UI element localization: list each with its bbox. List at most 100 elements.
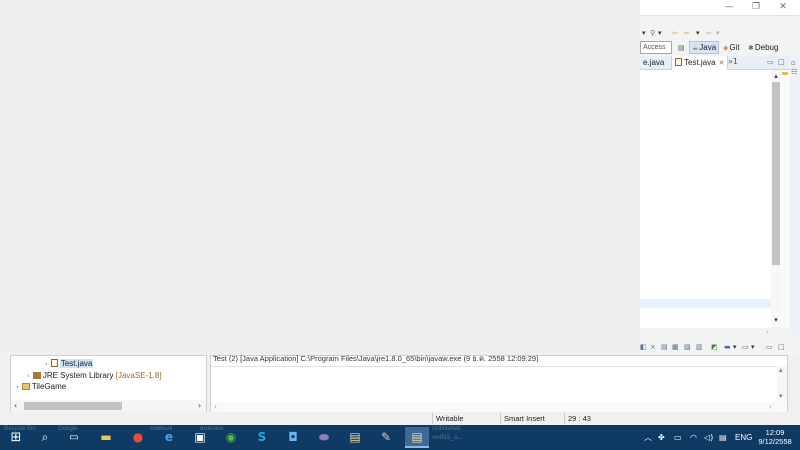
perspective-label: Debug <box>754 43 779 52</box>
bottom-panels: › Test.java › JRE System Library [JavaSE-1… <box>0 354 800 425</box>
pin-console-icon[interactable]: ◩ <box>711 340 718 354</box>
warning-marker[interactable] <box>782 72 788 75</box>
perspective-git-button[interactable]: ◈Git <box>721 41 742 54</box>
word-wrap-icon[interactable]: ▧ <box>684 340 691 354</box>
chrome-icon[interactable]: ● <box>126 427 150 448</box>
minimize-button[interactable]: — <box>716 0 742 16</box>
overview-ruler[interactable] <box>781 70 790 328</box>
editor-tab-bar: e.java Test.java ✕ »1 ▭ □ <box>640 56 790 70</box>
display-console-icon[interactable]: ▬ <box>724 340 731 354</box>
next-icon[interactable]: ⇨ <box>706 26 712 40</box>
tab-label: Test.java <box>684 58 716 67</box>
minimize-view-icon[interactable]: ▭ <box>766 340 773 354</box>
network-app-icon[interactable]: ✤ <box>658 425 665 450</box>
scroll-up-icon[interactable]: ▴ <box>771 72 781 80</box>
console-output[interactable] <box>211 366 777 402</box>
annotation-icon[interactable]: ⚲ <box>650 26 655 40</box>
clock[interactable]: 12:09 9/12/2558 <box>752 428 798 446</box>
tree-item-tilegame[interactable]: › TileGame <box>16 381 66 392</box>
open-perspective-icon[interactable]: ▤ <box>678 41 685 55</box>
file-explorer-icon[interactable]: ▬ <box>94 427 118 448</box>
dropdown-arrow-icon[interactable]: ▾ <box>716 26 720 40</box>
current-line-highlight <box>640 299 771 308</box>
edge-icon[interactable]: e <box>157 427 181 448</box>
remove-launch-icon[interactable]: ⨯ <box>650 340 656 354</box>
scrollbar-thumb[interactable] <box>24 402 122 410</box>
console-horizontal-scrollbar[interactable]: ‹ › <box>211 402 787 412</box>
clock-time: 12:09 <box>765 428 785 437</box>
show-hidden-icons[interactable]: ︿ <box>644 425 652 450</box>
volume-icon[interactable]: ◁) <box>704 425 713 450</box>
minimize-view-icon[interactable]: ▭ <box>767 58 774 66</box>
tab-test-java[interactable]: Test.java ✕ <box>671 56 729 70</box>
library-qualifier: [JavaSE-1.8] <box>115 371 162 380</box>
scroll-lock-icon[interactable]: ▦ <box>672 340 679 354</box>
language-indicator[interactable]: ENG <box>735 425 752 450</box>
project-icon <box>21 383 30 390</box>
expand-arrow-icon[interactable]: › <box>45 360 48 368</box>
open-console-icon[interactable]: ▭ <box>742 340 749 354</box>
java-app-active-icon[interactable]: ▤ <box>405 427 429 448</box>
dropdown-arrow-icon[interactable]: ▾ <box>696 26 700 40</box>
paint-tool-icon[interactable]: ✎ <box>374 427 398 448</box>
debug-icon: ✱ <box>748 44 754 52</box>
scroll-right-icon[interactable]: › <box>198 400 201 412</box>
scroll-left-icon[interactable]: ‹ <box>14 400 17 412</box>
terminate-icon[interactable]: ◧ <box>640 340 647 354</box>
eclipse-launcher-icon[interactable]: ⬬ <box>312 427 336 448</box>
editor-vertical-scrollbar[interactable]: ▴ ▾ <box>771 70 781 328</box>
clear-console-icon[interactable]: ▤ <box>661 340 668 354</box>
show-console-icon[interactable]: ▥ <box>696 340 703 354</box>
dropdown-arrow-icon[interactable]: ▾ <box>658 26 662 40</box>
scroll-down-icon[interactable]: ▾ <box>771 316 781 324</box>
battery-icon[interactable]: ▭ <box>674 425 682 450</box>
maximize-button[interactable]: ❐ <box>743 0 769 16</box>
java-app-icon[interactable]: ▤ <box>343 427 367 448</box>
quick-access-input[interactable]: Access <box>640 41 672 54</box>
teamviewer-icon[interactable]: ◘ <box>281 427 305 448</box>
expand-arrow-icon[interactable]: › <box>16 383 19 391</box>
start-button-windows-icon[interactable]: ⊞ <box>4 427 28 448</box>
library-icon <box>32 372 41 379</box>
forward-history-icon[interactable]: ⇨ <box>684 26 690 40</box>
perspective-java-button[interactable]: ☕Java <box>689 41 720 54</box>
action-center-icon[interactable]: ▤ <box>719 425 727 450</box>
close-button[interactable]: ✕ <box>770 0 796 16</box>
tree-item-label: JRE System Library <box>42 371 114 380</box>
explorer-horizontal-scrollbar[interactable]: ‹ › <box>11 400 206 412</box>
close-tab-icon[interactable]: ✕ <box>719 59 725 67</box>
back-history-icon[interactable]: ⇦ <box>672 26 678 40</box>
code-editor[interactable]: ▴ ▾ › <box>640 70 790 336</box>
task-view-icon[interactable]: ▭ <box>62 427 86 448</box>
dropdown-arrow-icon[interactable]: ▾ <box>733 340 737 354</box>
package-explorer: › Test.java › JRE System Library [JavaSE-1… <box>10 355 207 412</box>
tab-overflow-button[interactable]: »1 <box>728 56 738 68</box>
console-vertical-scrollbar[interactable]: ▴ ▾ <box>777 366 787 402</box>
console-view[interactable]: Test (2) [Java Application] C:\Program F… <box>210 354 788 412</box>
maximize-view-icon[interactable]: □ <box>778 340 785 354</box>
tree-item-test-java[interactable]: › Test.java <box>45 358 94 369</box>
scroll-right-icon[interactable]: › <box>766 328 769 336</box>
store-icon[interactable]: ▣ <box>188 427 212 448</box>
scroll-left-icon[interactable]: ‹ <box>214 402 217 412</box>
scroll-down-icon[interactable]: ▾ <box>779 392 783 400</box>
perspective-label: Java <box>699 43 717 52</box>
dropdown-arrow-icon[interactable]: ▾ <box>642 26 646 40</box>
scroll-right-icon[interactable]: › <box>769 402 772 412</box>
perspective-debug-button[interactable]: ✱Debug <box>746 41 780 54</box>
scrollbar-thumb[interactable] <box>772 82 780 265</box>
expand-arrow-icon[interactable]: › <box>27 372 30 380</box>
outline-view-icon[interactable]: ☷ <box>791 68 797 76</box>
dropdown-arrow-icon[interactable]: ▾ <box>751 340 755 354</box>
java-file-icon <box>50 359 58 367</box>
tab-e-java[interactable]: e.java <box>640 56 667 70</box>
search-icon[interactable]: ⌕ <box>33 427 57 448</box>
maximize-view-icon[interactable]: □ <box>778 58 785 66</box>
wifi-icon[interactable]: ◠ <box>690 425 697 450</box>
java-perspective-icon: ☕ <box>692 44 699 52</box>
skype-icon[interactable]: S <box>250 427 274 448</box>
utorrent-icon[interactable]: ◉ <box>219 427 243 448</box>
restore-icon[interactable]: ▫ <box>791 59 796 67</box>
tree-item-jre-library[interactable]: › JRE System Library [JavaSE-1.8] <box>27 370 162 381</box>
scroll-up-icon[interactable]: ▴ <box>779 366 783 374</box>
